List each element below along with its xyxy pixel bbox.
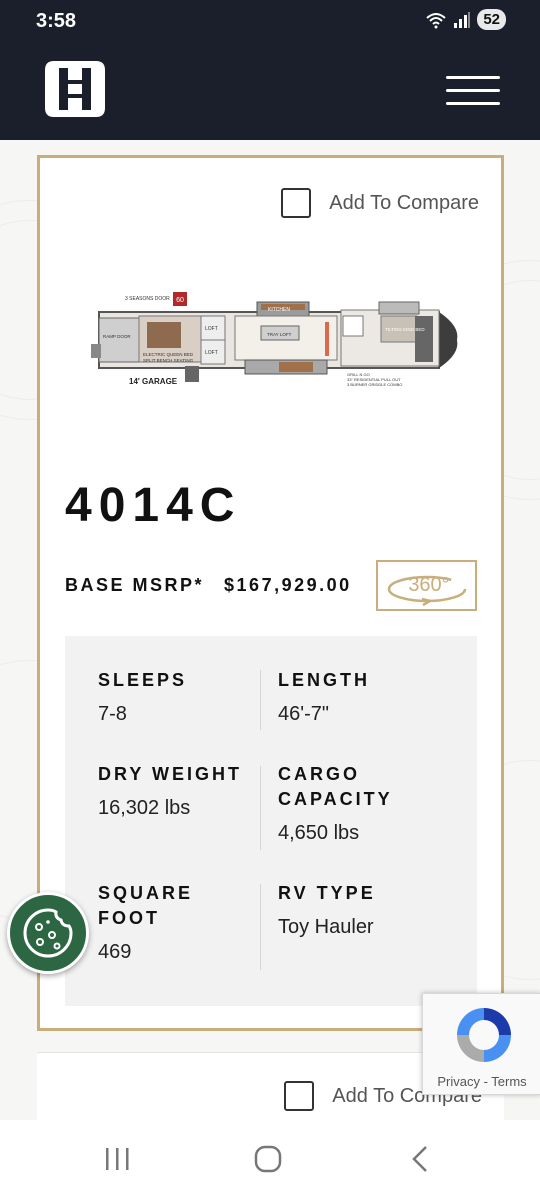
system-nav-bar [0, 1120, 540, 1200]
spec-table: SLEEPS 7-8 LENGTH 46'-7" DRY WEIGHT 16,3… [65, 636, 477, 1006]
floorplan-label: 14' GARAGE [129, 377, 178, 386]
divider [260, 766, 261, 850]
wifi-icon [425, 11, 447, 29]
signal-icon [453, 11, 471, 29]
spec-length: LENGTH 46'-7" [278, 668, 370, 726]
home-icon[interactable] [253, 1144, 283, 1179]
spec-value: Toy Hauler [278, 916, 374, 938]
floorplan-label: TRAY LOFT [267, 332, 292, 337]
spec-value: 469 [98, 941, 132, 963]
status-icons: 52 [425, 9, 506, 30]
add-to-compare[interactable]: Add To Compare [281, 188, 479, 218]
spec-label: SLEEPS [98, 670, 188, 690]
floorplan-label: SPLIT BENCH SEATING [143, 358, 194, 363]
tour-360-button[interactable]: 360° [376, 560, 477, 611]
compare-label: Add To Compare [329, 191, 479, 214]
divider [260, 670, 261, 730]
floorplan-badge: 60 [176, 297, 184, 304]
recaptcha-icon [457, 1008, 511, 1062]
back-icon[interactable] [408, 1144, 432, 1179]
spec-label: LENGTH [278, 670, 370, 690]
compare-checkbox[interactable] [281, 188, 312, 218]
model-name: 4014C [65, 479, 242, 532]
floorplan-label: 3 BURNER GRIDDLE COMBO [347, 382, 402, 387]
spec-square-foot: SQUARE FOOT 469 [98, 881, 218, 964]
spec-value: 46'-7" [278, 703, 329, 725]
rotate-360-icon: 360° [387, 574, 466, 606]
compare-checkbox[interactable] [284, 1081, 315, 1111]
cookie-settings-button[interactable] [7, 892, 89, 974]
spec-cargo-capacity: CARGO CAPACITY 4,650 lbs [278, 762, 418, 845]
status-bar: 3:58 52 [0, 0, 540, 40]
recaptcha-badge[interactable]: Privacy - Terms [422, 993, 540, 1095]
floorplan-label: 3 SEASONS DOOR [125, 296, 170, 302]
hamburger-menu-icon[interactable] [446, 76, 500, 106]
spec-label: SQUARE FOOT [98, 883, 194, 928]
tour-label: 360° [408, 574, 449, 596]
product-card: Add To Compare 60 3 SEASONS DOOR RAMP DO… [37, 155, 504, 1031]
divider [260, 884, 261, 970]
msrp-label: BASE MSRP* [65, 575, 205, 595]
floorplan-label: TILTING KING BED [385, 327, 425, 332]
brand-logo-icon[interactable] [42, 58, 108, 120]
spec-value: 4,650 lbs [278, 822, 360, 844]
spec-rv-type: RV TYPE Toy Hauler [278, 881, 376, 939]
spec-value: 16,302 lbs [98, 797, 191, 819]
battery-badge: 52 [477, 9, 506, 30]
floorplan-label: RAMP DOOR [103, 334, 131, 339]
spec-label: RV TYPE [278, 883, 376, 903]
floorplan-image[interactable]: 60 3 SEASONS DOOR RAMP DOOR ELECTRIC QUE… [85, 286, 465, 396]
msrp-value: $167,929.00 [224, 575, 352, 595]
status-time: 3:58 [36, 10, 77, 32]
spec-sleeps: SLEEPS 7-8 [98, 668, 187, 726]
floorplan-label: LOFT [205, 326, 218, 332]
terms-link[interactable]: Terms [491, 1074, 526, 1089]
floorplan-label: ELECTRIC QUEEN BED [143, 352, 194, 357]
spec-label: CARGO CAPACITY [278, 764, 393, 809]
cookie-icon [23, 908, 73, 958]
spec-dry-weight: DRY WEIGHT 16,302 lbs [98, 762, 258, 820]
site-header [0, 40, 540, 140]
floorplan-label: KITCHEN [268, 307, 290, 313]
spec-value: 7-8 [98, 703, 127, 725]
link-separator: - [479, 1074, 492, 1089]
msrp: BASE MSRP* $167,929.00 [65, 575, 352, 596]
privacy-link[interactable]: Privacy [437, 1074, 480, 1089]
recaptcha-links: Privacy - Terms [423, 1074, 540, 1089]
floorplan-label: LOFT [205, 350, 218, 356]
spec-label: DRY WEIGHT [98, 764, 243, 784]
recent-apps-icon[interactable] [104, 1144, 132, 1179]
